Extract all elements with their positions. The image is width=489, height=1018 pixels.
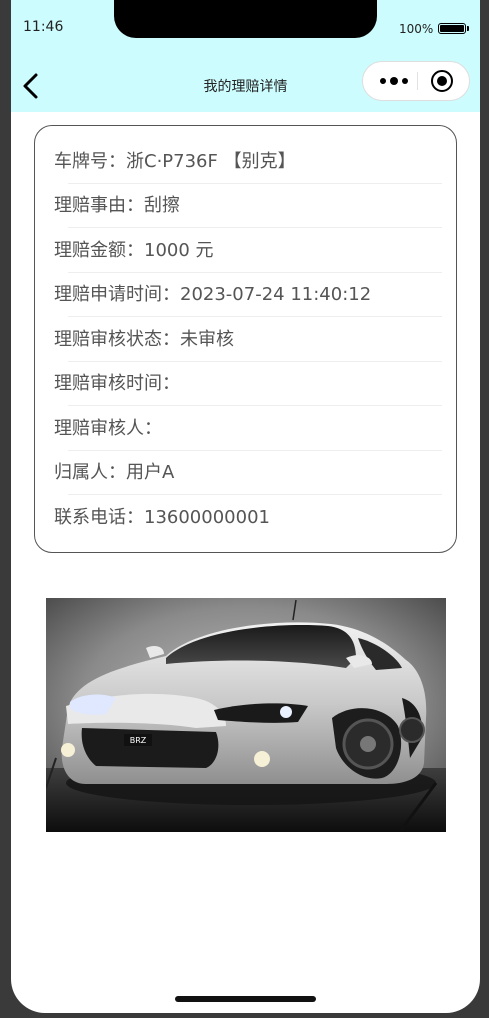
claim-detail-card: 车牌号：浙C·P736F 【别克】 理赔事由：刮擦 理赔金额：1000 元 理赔… bbox=[34, 125, 457, 553]
detail-row-reviewer: 理赔审核人： bbox=[54, 407, 444, 451]
detail-value: 13600000001 bbox=[144, 507, 270, 528]
car-illustration: BRZ bbox=[46, 598, 446, 832]
battery-icon bbox=[438, 23, 466, 34]
detail-value: 刮擦 bbox=[144, 195, 180, 216]
more-dots-icon bbox=[380, 78, 386, 84]
detail-label: 理赔金额： bbox=[54, 240, 144, 261]
battery-cap bbox=[467, 26, 469, 31]
detail-label: 归属人： bbox=[54, 462, 126, 483]
detail-value: 未审核 bbox=[180, 329, 234, 350]
mini-program-capsule bbox=[362, 61, 470, 101]
row-divider bbox=[68, 405, 442, 406]
row-divider bbox=[68, 227, 442, 228]
detail-label: 理赔审核人： bbox=[54, 418, 162, 439]
nav-header: 11:46 100% 我的理赔详情 bbox=[11, 0, 480, 112]
detail-row-phone: 联系电话：13600000001 bbox=[54, 496, 444, 540]
device-notch bbox=[114, 0, 377, 38]
detail-row-apply-time: 理赔申请时间：2023-07-24 11:40:12 bbox=[54, 273, 444, 317]
more-button[interactable] bbox=[373, 62, 415, 100]
detail-label: 车牌号： bbox=[54, 151, 126, 172]
detail-label: 理赔审核时间： bbox=[54, 373, 180, 394]
detail-label: 理赔审核状态： bbox=[54, 329, 180, 350]
close-miniprogram-button[interactable] bbox=[431, 70, 453, 92]
detail-row-reason: 理赔事由：刮擦 bbox=[54, 184, 444, 228]
badge-label: BRZ bbox=[130, 736, 147, 745]
car-photo: BRZ bbox=[46, 598, 446, 832]
detail-value: 用户A bbox=[126, 462, 175, 483]
home-indicator[interactable] bbox=[175, 996, 316, 1002]
capsule-divider bbox=[417, 72, 418, 90]
row-divider bbox=[68, 316, 442, 317]
detail-label: 理赔事由： bbox=[54, 195, 144, 216]
detail-row-plate: 车牌号：浙C·P736F 【别克】 bbox=[54, 140, 444, 184]
detail-value: 2023-07-24 11:40:12 bbox=[180, 284, 372, 305]
battery-percentage: 100% bbox=[399, 22, 434, 36]
row-divider bbox=[68, 494, 442, 495]
detail-row-amount: 理赔金额：1000 元 bbox=[54, 229, 444, 273]
detail-row-review-time: 理赔审核时间： bbox=[54, 362, 444, 406]
detail-row-review-status: 理赔审核状态：未审核 bbox=[54, 318, 444, 362]
detail-value: 1000 元 bbox=[144, 240, 214, 261]
phone-screen: 11:46 100% 我的理赔详情 车牌号：浙C·P736F 【别克】 理赔事由… bbox=[11, 0, 480, 1013]
detail-row-owner: 归属人：用户A bbox=[54, 451, 444, 495]
detail-label: 联系电话： bbox=[54, 507, 144, 528]
detail-value: 浙C·P736F 【别克】 bbox=[126, 151, 296, 172]
detail-label: 理赔申请时间： bbox=[54, 284, 180, 305]
status-time: 11:46 bbox=[23, 19, 64, 35]
